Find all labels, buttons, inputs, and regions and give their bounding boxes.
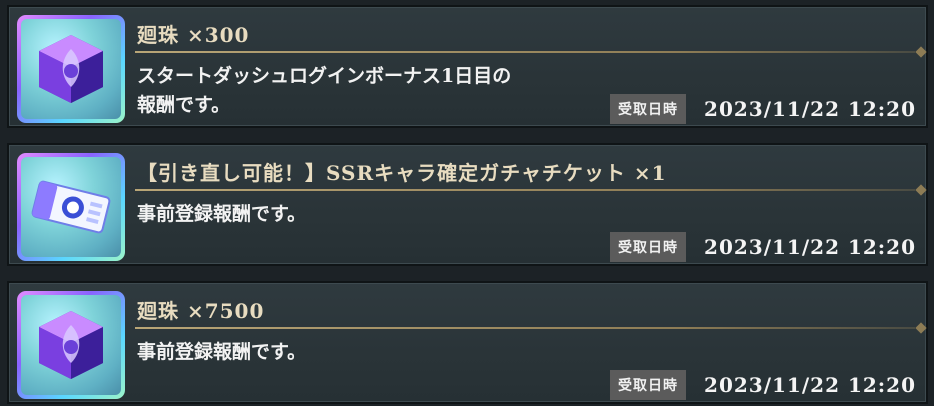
received-date-row: 受取日時 2023/11/22 12:20: [610, 94, 916, 124]
purple-crystal-cube-icon: [39, 311, 103, 379]
received-date-label: 受取日時: [610, 370, 687, 400]
reward-item-frame: [17, 291, 125, 399]
reward-description: スタートダッシュログインボーナス1日目の 報酬です。: [137, 65, 512, 116]
gacha-ticket-icon: [31, 180, 111, 234]
received-date-value: 2023/11/22 12:20: [704, 97, 916, 121]
reward-item-frame: [17, 153, 125, 261]
title-divider: [135, 51, 915, 53]
reward-title: 廻珠 ×7500: [137, 299, 265, 323]
reward-card: 【引き直し可能！】SSRキャラ確定ガチャチケット ×1 事前登録報酬です。 受取…: [7, 143, 928, 266]
reward-item-frame: [17, 15, 125, 123]
title-divider: [135, 189, 915, 191]
received-date-row: 受取日時 2023/11/22 12:20: [610, 370, 916, 400]
received-date-label: 受取日時: [610, 94, 687, 124]
reward-description: 事前登録報酬です。: [137, 203, 307, 225]
reward-card: 廻珠 ×300 スタートダッシュログインボーナス1日目の 報酬です。 受取日時 …: [7, 5, 928, 128]
reward-description: 事前登録報酬です。: [137, 341, 307, 363]
received-date-value: 2023/11/22 12:20: [704, 235, 916, 259]
purple-crystal-cube-icon: [39, 35, 103, 103]
received-date-row: 受取日時 2023/11/22 12:20: [610, 232, 916, 262]
received-date-value: 2023/11/22 12:20: [704, 373, 916, 397]
reward-card: 廻珠 ×7500 事前登録報酬です。 受取日時 2023/11/22 12:20: [7, 281, 928, 404]
reward-title: 廻珠 ×300: [137, 23, 250, 47]
received-date-label: 受取日時: [610, 232, 687, 262]
reward-history-list: 廻珠 ×300 スタートダッシュログインボーナス1日目の 報酬です。 受取日時 …: [0, 0, 934, 406]
title-divider: [135, 327, 915, 329]
reward-title: 【引き直し可能！】SSRキャラ確定ガチャチケット ×1: [137, 161, 667, 185]
